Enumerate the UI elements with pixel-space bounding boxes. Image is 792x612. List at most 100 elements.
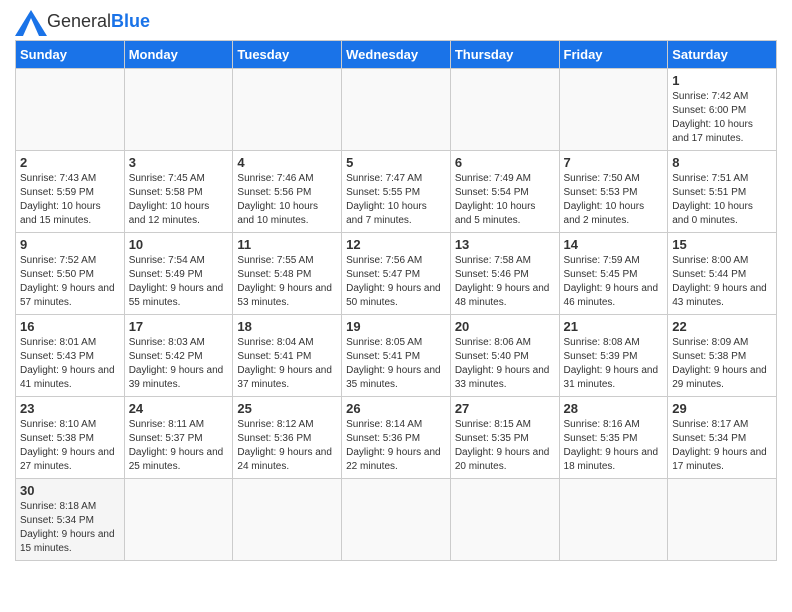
- calendar-cell: 8Sunrise: 7:51 AM Sunset: 5:51 PM Daylig…: [668, 151, 777, 233]
- day-info: Sunrise: 8:17 AM Sunset: 5:34 PM Dayligh…: [672, 418, 772, 474]
- calendar-cell: [559, 479, 668, 561]
- calendar-cell: 13 Sunrise: 7:58 AM Sunset: 5:46 PM Dayli…: [450, 233, 559, 315]
- day-number: 1: [672, 73, 772, 88]
- calendar-cell: 6Sunrise: 7:49 AM Sunset: 5:54 PM Daylig…: [450, 151, 559, 233]
- calendar-cell: 30Sunrise: 8:18 AM Sunset: 5:34 PM Dayli…: [16, 479, 125, 561]
- calendar-cell: [124, 69, 233, 151]
- day-info: Sunrise: 7:54 AM Sunset: 5:49 PM Dayligh…: [129, 254, 229, 310]
- day-info: Sunrise: 7:49 AM Sunset: 5:54 PM Dayligh…: [455, 172, 555, 228]
- calendar-cell: [233, 69, 342, 151]
- calendar-cell: 28 Sunrise: 8:16 AM Sunset: 5:35 PM Dayli…: [559, 397, 668, 479]
- calendar-cell: 16 Sunrise: 8:01 AM Sunset: 5:43 PM Dayli…: [16, 315, 125, 397]
- day-info: Sunrise: 8:03 AM Sunset: 5:42 PM Dayligh…: [129, 336, 229, 392]
- calendar-cell: [450, 69, 559, 151]
- day-number: 16: [20, 319, 120, 334]
- day-info: Sunrise: 8:12 AM Sunset: 5:36 PM Dayligh…: [237, 418, 337, 474]
- day-header-sunday: Sunday: [16, 41, 125, 69]
- calendar-cell: 5 Sunrise: 7:47 AM Sunset: 5:55 PM Daylig…: [342, 151, 451, 233]
- day-number: 9: [20, 237, 120, 252]
- day-info: Sunrise: 8:15 AM Sunset: 5:35 PM Dayligh…: [455, 418, 555, 474]
- calendar-cell: [124, 479, 233, 561]
- day-header-saturday: Saturday: [668, 41, 777, 69]
- week-row: 9Sunrise: 7:52 AM Sunset: 5:50 PM Daylig…: [16, 233, 777, 315]
- day-number: 12: [346, 237, 446, 252]
- day-number: 2: [20, 155, 120, 170]
- calendar-cell: 22Sunrise: 8:09 AM Sunset: 5:38 PM Dayli…: [668, 315, 777, 397]
- week-row: 23 Sunrise: 8:10 AM Sunset: 5:38 PM Dayli…: [16, 397, 777, 479]
- calendar-header: SundayMondayTuesdayWednesdayThursdayFrid…: [16, 41, 777, 69]
- day-number: 15: [672, 237, 772, 252]
- day-number: 28: [564, 401, 664, 416]
- calendar-cell: 26 Sunrise: 8:14 AM Sunset: 5:36 PM Dayli…: [342, 397, 451, 479]
- day-info: Sunrise: 7:50 AM Sunset: 5:53 PM Dayligh…: [564, 172, 664, 228]
- day-info: Sunrise: 7:45 AM Sunset: 5:58 PM Dayligh…: [129, 172, 229, 228]
- day-number: 13: [455, 237, 555, 252]
- week-row: 30Sunrise: 8:18 AM Sunset: 5:34 PM Dayli…: [16, 479, 777, 561]
- calendar-cell: 23 Sunrise: 8:10 AM Sunset: 5:38 PM Dayli…: [16, 397, 125, 479]
- day-number: 29: [672, 401, 772, 416]
- day-header-friday: Friday: [559, 41, 668, 69]
- day-info: Sunrise: 7:46 AM Sunset: 5:56 PM Dayligh…: [237, 172, 337, 228]
- calendar-cell: 20 Sunrise: 8:06 AM Sunset: 5:40 PM Dayli…: [450, 315, 559, 397]
- week-row: 2 Sunrise: 7:43 AM Sunset: 5:59 PM Daylig…: [16, 151, 777, 233]
- day-number: 14: [564, 237, 664, 252]
- day-number: 24: [129, 401, 229, 416]
- calendar-cell: 7Sunrise: 7:50 AM Sunset: 5:53 PM Daylig…: [559, 151, 668, 233]
- day-number: 3: [129, 155, 229, 170]
- day-number: 25: [237, 401, 337, 416]
- calendar-cell: [342, 69, 451, 151]
- calendar-cell: [559, 69, 668, 151]
- day-header-wednesday: Wednesday: [342, 41, 451, 69]
- day-info: Sunrise: 8:10 AM Sunset: 5:38 PM Dayligh…: [20, 418, 120, 474]
- day-number: 8: [672, 155, 772, 170]
- day-number: 20: [455, 319, 555, 334]
- day-info: Sunrise: 8:06 AM Sunset: 5:40 PM Dayligh…: [455, 336, 555, 392]
- logo-text: GeneralBlue: [47, 11, 150, 32]
- page: GeneralBlue SundayMondayTuesdayWednesday…: [0, 0, 792, 571]
- day-number: 18: [237, 319, 337, 334]
- day-number: 19: [346, 319, 446, 334]
- day-info: Sunrise: 8:14 AM Sunset: 5:36 PM Dayligh…: [346, 418, 446, 474]
- day-info: Sunrise: 7:58 AM Sunset: 5:46 PM Dayligh…: [455, 254, 555, 310]
- calendar-cell: 24Sunrise: 8:11 AM Sunset: 5:37 PM Dayli…: [124, 397, 233, 479]
- day-number: 5: [346, 155, 446, 170]
- day-info: Sunrise: 7:55 AM Sunset: 5:48 PM Dayligh…: [237, 254, 337, 310]
- calendar-cell: [342, 479, 451, 561]
- day-info: Sunrise: 7:59 AM Sunset: 5:45 PM Dayligh…: [564, 254, 664, 310]
- header: GeneralBlue: [15, 10, 777, 32]
- day-header-monday: Monday: [124, 41, 233, 69]
- calendar-cell: [233, 479, 342, 561]
- day-info: Sunrise: 8:05 AM Sunset: 5:41 PM Dayligh…: [346, 336, 446, 392]
- calendar-body: 1 Sunrise: 7:42 AM Sunset: 6:00 PM Daylig…: [16, 69, 777, 561]
- day-info: Sunrise: 7:42 AM Sunset: 6:00 PM Dayligh…: [672, 90, 772, 146]
- calendar-cell: 11 Sunrise: 7:55 AM Sunset: 5:48 PM Dayli…: [233, 233, 342, 315]
- day-info: Sunrise: 8:18 AM Sunset: 5:34 PM Dayligh…: [20, 500, 120, 556]
- day-number: 26: [346, 401, 446, 416]
- calendar-cell: 9Sunrise: 7:52 AM Sunset: 5:50 PM Daylig…: [16, 233, 125, 315]
- day-number: 4: [237, 155, 337, 170]
- calendar-cell: [16, 69, 125, 151]
- calendar-cell: 29 Sunrise: 8:17 AM Sunset: 5:34 PM Dayli…: [668, 397, 777, 479]
- calendar-cell: 2 Sunrise: 7:43 AM Sunset: 5:59 PM Daylig…: [16, 151, 125, 233]
- calendar-cell: 12 Sunrise: 7:56 AM Sunset: 5:47 PM Dayli…: [342, 233, 451, 315]
- calendar-cell: 14 Sunrise: 7:59 AM Sunset: 5:45 PM Dayli…: [559, 233, 668, 315]
- day-info: Sunrise: 8:00 AM Sunset: 5:44 PM Dayligh…: [672, 254, 772, 310]
- day-info: Sunrise: 8:04 AM Sunset: 5:41 PM Dayligh…: [237, 336, 337, 392]
- day-info: Sunrise: 7:43 AM Sunset: 5:59 PM Dayligh…: [20, 172, 120, 228]
- day-number: 17: [129, 319, 229, 334]
- calendar-cell: [450, 479, 559, 561]
- day-info: Sunrise: 8:01 AM Sunset: 5:43 PM Dayligh…: [20, 336, 120, 392]
- day-info: Sunrise: 7:56 AM Sunset: 5:47 PM Dayligh…: [346, 254, 446, 310]
- logo: GeneralBlue: [15, 10, 150, 32]
- day-number: 23: [20, 401, 120, 416]
- week-row: 1 Sunrise: 7:42 AM Sunset: 6:00 PM Daylig…: [16, 69, 777, 151]
- day-info: Sunrise: 7:47 AM Sunset: 5:55 PM Dayligh…: [346, 172, 446, 228]
- days-header-row: SundayMondayTuesdayWednesdayThursdayFrid…: [16, 41, 777, 69]
- day-number: 21: [564, 319, 664, 334]
- calendar-cell: 17 Sunrise: 8:03 AM Sunset: 5:42 PM Dayli…: [124, 315, 233, 397]
- day-info: Sunrise: 8:09 AM Sunset: 5:38 PM Dayligh…: [672, 336, 772, 392]
- day-info: Sunrise: 8:16 AM Sunset: 5:35 PM Dayligh…: [564, 418, 664, 474]
- day-info: Sunrise: 8:08 AM Sunset: 5:39 PM Dayligh…: [564, 336, 664, 392]
- calendar-cell: 18 Sunrise: 8:04 AM Sunset: 5:41 PM Dayli…: [233, 315, 342, 397]
- day-number: 11: [237, 237, 337, 252]
